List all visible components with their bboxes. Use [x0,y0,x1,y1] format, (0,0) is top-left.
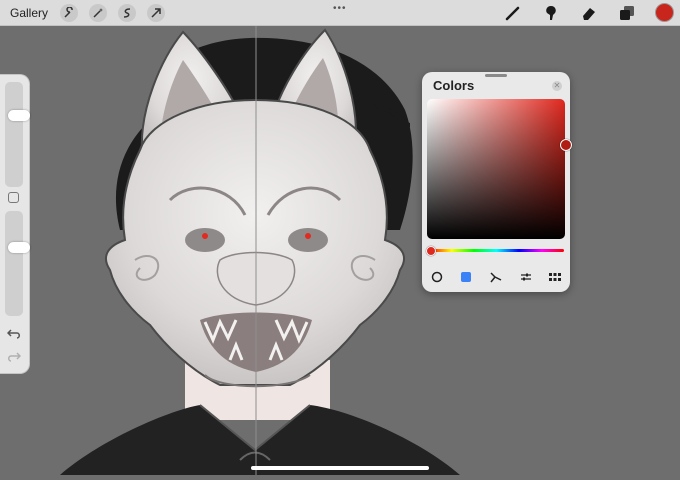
disc-icon [431,271,443,283]
tab-palettes[interactable] [548,270,562,284]
wrench-icon [64,6,73,18]
colors-panel: Colors ✕ [422,72,572,292]
transform-arrow-icon [151,7,161,18]
hue-slider[interactable] [426,246,564,256]
colors-panel-title: Colors [433,78,475,93]
panel-grab-handle[interactable] [485,74,507,77]
brush-size-thumb[interactable] [8,110,30,122]
selection-icon [123,7,131,18]
color-square-picker[interactable] [427,99,572,239]
actions-button[interactable] [60,3,79,22]
tab-classic[interactable] [459,270,473,284]
close-icon[interactable]: ✕ [552,81,562,91]
brush-icon [505,6,520,20]
eraser-button[interactable] [579,3,599,23]
more-options-icon[interactable]: ••• [333,3,347,14]
layers-button[interactable] [617,3,637,23]
color-picker-cursor[interactable] [560,139,572,151]
eraser-icon [583,7,595,20]
modify-button[interactable] [8,192,19,203]
tab-harmony[interactable] [489,270,503,284]
brush-button[interactable] [503,3,523,23]
undo-icon[interactable] [7,327,21,339]
transform-button[interactable] [147,3,166,22]
magic-wand-icon [93,7,104,18]
layers-icon [620,5,634,20]
smudge-button[interactable] [541,3,561,23]
brush-sidebar [0,74,30,374]
smudge-icon [546,5,556,20]
color-button[interactable] [655,3,674,22]
value-sliders-icon [520,273,531,281]
tab-disc[interactable] [430,270,444,284]
color-mode-tabs [422,269,570,285]
harmony-icon [490,272,502,283]
artwork-kitsune-mask [60,26,460,475]
adjustments-button[interactable] [89,3,108,22]
brush-size-slider[interactable] [5,82,30,187]
redo-icon[interactable] [7,350,21,362]
gallery-button[interactable]: Gallery [10,6,48,20]
home-indicator[interactable] [251,466,429,470]
selection-button[interactable] [118,3,137,22]
top-toolbar: Gallery ••• [0,0,680,26]
classic-square-icon [461,272,472,282]
palettes-icon [549,273,562,281]
drawing-canvas[interactable] [0,26,680,475]
opacity-slider[interactable] [5,211,30,316]
hue-thumb[interactable] [426,246,436,256]
tab-value[interactable] [519,270,533,284]
opacity-thumb[interactable] [8,242,30,254]
